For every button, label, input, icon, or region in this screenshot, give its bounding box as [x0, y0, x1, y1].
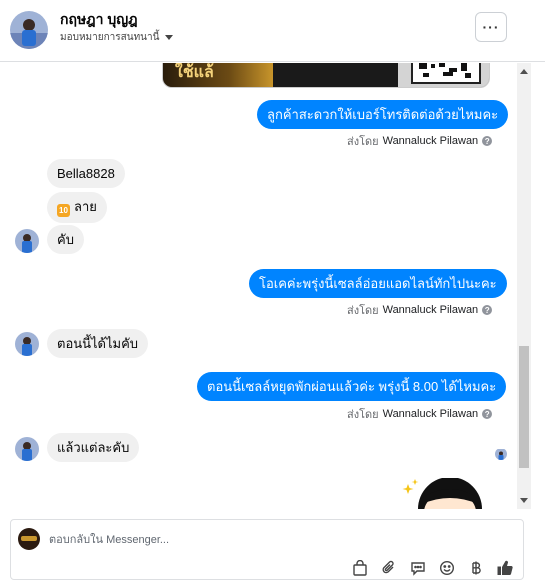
help-icon[interactable]: ?: [482, 136, 493, 146]
assign-conversation-dropdown[interactable]: มอบหมายการสนทนานี้: [60, 30, 174, 45]
scroll-down-arrow-icon[interactable]: [520, 498, 528, 503]
outgoing-message[interactable]: ลูกค้าสะดวกให้เบอร์โทรติดต่อด้วยไหมคะ: [257, 100, 509, 129]
contact-avatar-small[interactable]: [15, 437, 39, 461]
paperclip-icon[interactable]: [380, 559, 398, 577]
help-icon[interactable]: ?: [482, 305, 493, 315]
incoming-message[interactable]: แล้วแต่ละคับ: [47, 433, 140, 462]
message-thread[interactable]: ใช้แล้ ลูกค้าสะดวกให้เบอร์โทรติดต่อด้วยไ…: [0, 63, 532, 509]
composer-toolbar: [351, 558, 514, 578]
caret-down-icon: [165, 35, 174, 40]
assign-label: มอบหมายการสนทนานี้: [60, 32, 160, 43]
page-avatar: [18, 528, 40, 550]
incoming-message[interactable]: Bella8828: [47, 159, 125, 188]
sticker-message[interactable]: [400, 478, 490, 509]
outgoing-message[interactable]: โอเคค่ะพรุ่งนี้เซลล์อ่อยแอดไลน์ทักไปนะคะ: [249, 269, 507, 298]
contact-avatar-small[interactable]: [15, 229, 39, 253]
sent-by-label: ส่งโดย Wannaluck Pilawan ?: [347, 301, 493, 319]
keycap-ten-emoji-icon: 10: [57, 204, 70, 217]
scrollbar-thumb[interactable]: [519, 346, 529, 468]
incoming-message[interactable]: ตอนนี้ได้ไมคับ: [47, 329, 149, 358]
reply-composer: [10, 519, 524, 580]
contact-name[interactable]: กฤษฎา บุญฎ: [60, 9, 138, 31]
bag-icon[interactable]: [351, 559, 369, 577]
sent-by-label: ส่งโดย Wannaluck Pilawan ?: [347, 405, 493, 423]
sent-by-label: ส่งโดย Wannaluck Pilawan ?: [347, 132, 493, 150]
contact-avatar-small[interactable]: [15, 332, 39, 356]
chat-scrollbar[interactable]: [517, 63, 531, 509]
contact-avatar[interactable]: [10, 11, 48, 49]
incoming-message[interactable]: คับ: [47, 225, 84, 254]
smiley-icon[interactable]: [438, 559, 456, 577]
baht-icon[interactable]: [467, 559, 485, 577]
speech-bubble-icon[interactable]: [409, 559, 427, 577]
help-icon[interactable]: ?: [482, 409, 493, 419]
conversation-header: กฤษฎา บุญฎ มอบหมายการสนทนานี้ ···: [0, 0, 545, 62]
reply-input[interactable]: [49, 532, 449, 548]
scroll-up-arrow-icon[interactable]: [520, 69, 528, 74]
outgoing-message[interactable]: ตอนนี้เซลล์หยุดพักผ่อนแล้วค่ะ พรุ่งนี้ 8…: [197, 372, 507, 401]
more-options-button[interactable]: ···: [475, 12, 507, 42]
shared-image-attachment[interactable]: ใช้แล้: [162, 63, 490, 88]
qr-code-icon: [411, 63, 481, 84]
thumbs-up-icon[interactable]: [496, 559, 514, 577]
incoming-message[interactable]: 10 ลาย: [47, 192, 107, 223]
seen-receipt-avatar: [495, 448, 507, 460]
